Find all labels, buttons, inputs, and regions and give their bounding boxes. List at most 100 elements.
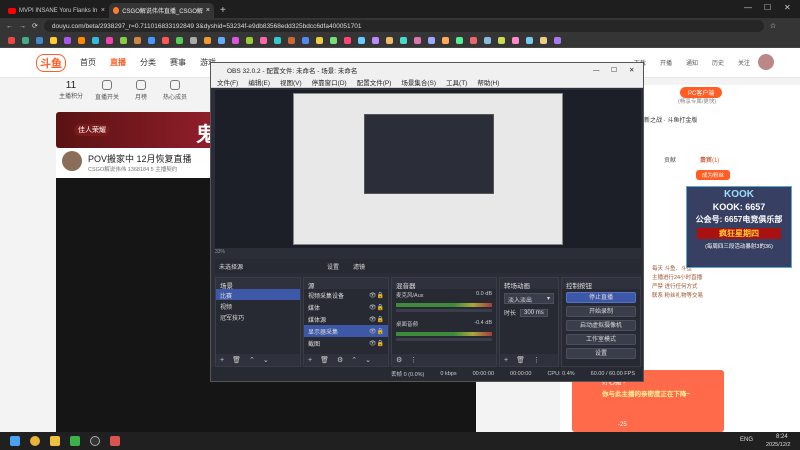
- bookmark-icon[interactable]: [400, 37, 407, 44]
- stat-switch[interactable]: 直播开关: [92, 80, 122, 101]
- maximize-button[interactable]: ☐: [764, 3, 771, 12]
- bookmark-icon[interactable]: [134, 37, 141, 44]
- nav-events[interactable]: 赛事: [170, 57, 186, 68]
- stat-members[interactable]: 热心成员: [160, 80, 190, 101]
- source-settings-button[interactable]: 设置: [327, 262, 339, 271]
- bookmark-icon[interactable]: [316, 37, 323, 44]
- bookmark-icon[interactable]: [246, 37, 253, 44]
- back-icon[interactable]: ←: [6, 23, 13, 30]
- site-logo[interactable]: 斗鱼: [36, 53, 66, 72]
- bookmark-icon[interactable]: [232, 37, 239, 44]
- avatar[interactable]: [758, 54, 774, 70]
- bookmark-icon[interactable]: [260, 37, 267, 44]
- bookmark-icon[interactable]: [120, 37, 127, 44]
- start-recording-button[interactable]: 开始录制: [566, 306, 636, 317]
- bookmark-icon[interactable]: [162, 37, 169, 44]
- bookmark-icon[interactable]: [218, 37, 225, 44]
- source-item[interactable]: 视频采集设备 👁🔒: [304, 289, 388, 301]
- menu-tools[interactable]: 工具(T): [446, 77, 467, 87]
- bookmark-icon[interactable]: [106, 37, 113, 44]
- chrome-icon[interactable]: [30, 436, 40, 446]
- menu-edit[interactable]: 编辑(E): [248, 77, 270, 87]
- bookmark-icon[interactable]: [512, 37, 519, 44]
- bookmark-icon[interactable]: [288, 37, 295, 44]
- add-scene-icon[interactable]: +: [220, 357, 224, 364]
- bookmark-icon[interactable]: [372, 37, 379, 44]
- obs-minimize-button[interactable]: —: [593, 67, 600, 74]
- source-item[interactable]: 截图 👁🔒: [304, 337, 388, 349]
- tab-fans[interactable]: 粉丝(1): [700, 155, 719, 164]
- visibility-icon[interactable]: 👁🔒: [369, 328, 384, 335]
- bookmark-icon[interactable]: [190, 37, 197, 44]
- transition-menu-icon[interactable]: ⋮: [533, 356, 540, 364]
- remove-scene-icon[interactable]: 🗑: [232, 356, 241, 364]
- close-window-button[interactable]: ✕: [784, 3, 791, 12]
- bookmark-icon[interactable]: [442, 37, 449, 44]
- settings-button[interactable]: 设置: [566, 348, 636, 359]
- close-tab-icon[interactable]: ×: [206, 7, 210, 14]
- bookmark-icon[interactable]: [554, 37, 561, 44]
- bookmark-icon[interactable]: [428, 37, 435, 44]
- obs-close-button[interactable]: ✕: [629, 66, 634, 74]
- studio-mode-button[interactable]: 工作室模式: [566, 334, 636, 345]
- obs-preview[interactable]: [215, 90, 641, 248]
- bookmark-icon[interactable]: [302, 37, 309, 44]
- visibility-icon[interactable]: 👁🔒: [369, 304, 384, 311]
- source-filters-button[interactable]: 滤镜: [353, 262, 365, 271]
- menu-scene-collection[interactable]: 场景集合(S): [401, 77, 436, 87]
- bookmark-icon[interactable]: [176, 37, 183, 44]
- bookmark-icon[interactable]: [526, 37, 533, 44]
- star-icon[interactable]: ☆: [770, 22, 776, 30]
- streamer-avatar[interactable]: [62, 151, 82, 171]
- remove-source-icon[interactable]: 🗑: [320, 356, 329, 364]
- volume-slider[interactable]: [396, 338, 492, 341]
- bookmark-icon[interactable]: [64, 37, 71, 44]
- bookmark-icon[interactable]: [386, 37, 393, 44]
- move-up-icon[interactable]: ⌃: [249, 356, 255, 364]
- scene-item[interactable]: 视频: [216, 300, 300, 311]
- menu-view[interactable]: 视图(V): [280, 77, 302, 87]
- move-down-icon[interactable]: ⌄: [365, 356, 371, 364]
- menu-docks[interactable]: 停靠窗口(D): [312, 77, 347, 87]
- bookmark-icon[interactable]: [204, 37, 211, 44]
- stat-monthly[interactable]: 月榜: [126, 80, 156, 101]
- nav-home[interactable]: 首页: [80, 57, 96, 68]
- bookmark-icon[interactable]: [50, 37, 57, 44]
- browser-tab[interactable]: MVPI INSANE Yoru Flanks In ×: [4, 3, 109, 18]
- source-properties-icon[interactable]: ⚙: [337, 356, 343, 364]
- url-field[interactable]: douyu.com/beta/2938297_r=0.7110168331928…: [43, 20, 764, 32]
- transition-select[interactable]: 淡入淡出 ▾: [504, 293, 554, 304]
- source-item[interactable]: 媒体 👁🔒: [304, 301, 388, 313]
- history-link[interactable]: 历史: [712, 58, 724, 67]
- bookmark-icon[interactable]: [470, 37, 477, 44]
- stop-streaming-button[interactable]: 停止直播: [566, 292, 636, 303]
- nav-category[interactable]: 分类: [140, 57, 156, 68]
- obs-icon[interactable]: [90, 436, 100, 446]
- add-transition-icon[interactable]: +: [504, 357, 508, 364]
- visibility-icon[interactable]: 👁🔒: [369, 292, 384, 299]
- volume-slider[interactable]: [396, 309, 492, 312]
- follow-link[interactable]: 关注: [738, 58, 750, 67]
- notifications-link[interactable]: 通知: [686, 58, 698, 67]
- obs-maximize-button[interactable]: ☐: [611, 66, 617, 74]
- menu-help[interactable]: 帮助(H): [477, 77, 499, 87]
- tab-contribution[interactable]: 贡献: [664, 155, 676, 164]
- bookmark-icon[interactable]: [274, 37, 281, 44]
- clock-time[interactable]: 8:24: [776, 434, 788, 440]
- forward-icon[interactable]: →: [19, 23, 26, 30]
- source-item[interactable]: 媒体源 👁🔒: [304, 313, 388, 325]
- bookmark-icon[interactable]: [92, 37, 99, 44]
- bookmark-icon[interactable]: [414, 37, 421, 44]
- bookmark-icon[interactable]: [148, 37, 155, 44]
- visibility-icon[interactable]: 👁🔒: [369, 340, 384, 347]
- scene-item[interactable]: 比赛: [216, 289, 300, 300]
- bookmark-icon[interactable]: [22, 37, 29, 44]
- visibility-icon[interactable]: 👁🔒: [369, 316, 384, 323]
- virtual-camera-button[interactable]: 启动虚拟摄像机: [566, 320, 636, 331]
- bookmark-icon[interactable]: [498, 37, 505, 44]
- duration-input[interactable]: 300 ms: [520, 308, 548, 317]
- bookmark-icon[interactable]: [78, 37, 85, 44]
- reload-icon[interactable]: ⟳: [32, 22, 38, 30]
- bookmark-icon[interactable]: [540, 37, 547, 44]
- clock-date[interactable]: 2025/12/2: [766, 442, 790, 448]
